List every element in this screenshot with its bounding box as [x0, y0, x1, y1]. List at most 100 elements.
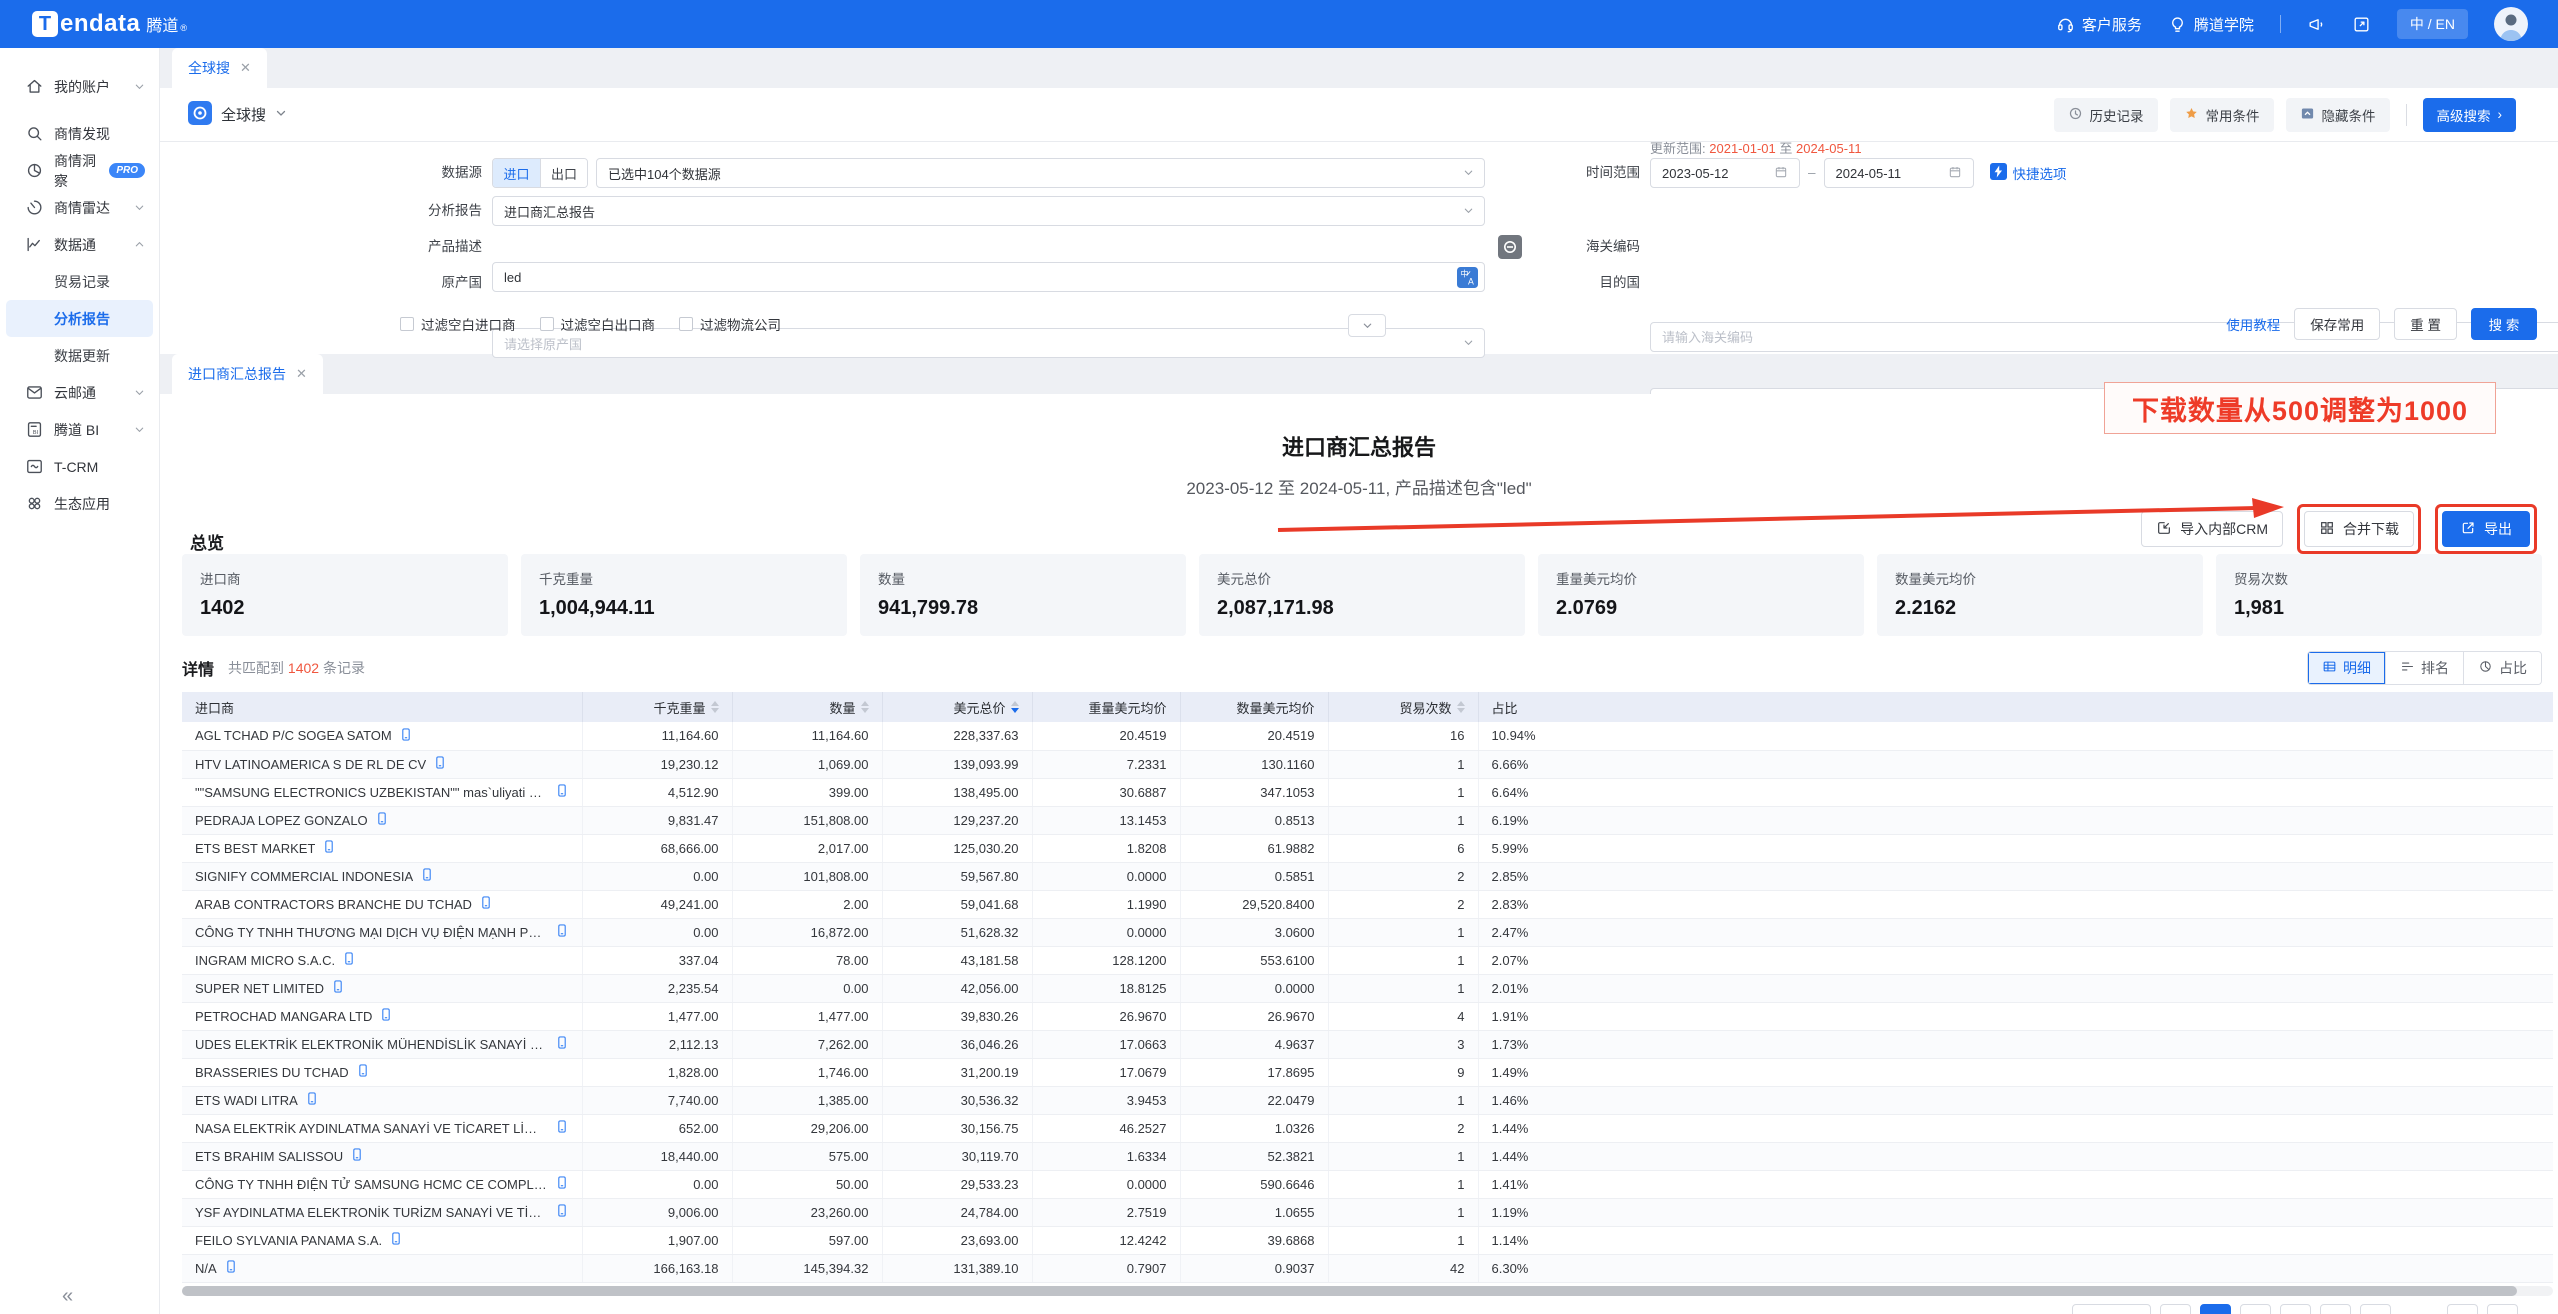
product-desc-input[interactable]	[504, 270, 1473, 285]
contact-icon[interactable]	[322, 839, 336, 857]
merge-download-button[interactable]: 合并下载	[2304, 511, 2414, 547]
contact-icon[interactable]	[305, 1091, 319, 1109]
tab-importer-report[interactable]: 进口商汇总报告 ✕	[172, 354, 323, 394]
pagination-current-page[interactable]	[2200, 1304, 2231, 1314]
contact-icon[interactable]	[420, 867, 434, 885]
view-toggle-明细[interactable]: 明细	[2308, 652, 2385, 684]
user-avatar[interactable]	[2494, 7, 2528, 41]
contact-icon[interactable]	[555, 783, 569, 801]
contact-icon[interactable]	[379, 1007, 393, 1025]
contact-icon[interactable]	[375, 811, 389, 829]
contact-icon[interactable]	[389, 1231, 403, 1249]
column-header-美元总价[interactable]: 美元总价	[882, 692, 1032, 722]
pagination-button[interactable]	[2447, 1304, 2478, 1314]
contact-icon[interactable]	[433, 755, 447, 773]
collapse-filters-button[interactable]	[1348, 314, 1386, 337]
date-to-input[interactable]: 2024-05-11	[1824, 158, 1974, 188]
horizontal-scrollbar[interactable]	[182, 1286, 2553, 1296]
contact-icon[interactable]	[479, 895, 493, 913]
pagination-button[interactable]	[2280, 1304, 2311, 1314]
filter-checkbox-过滤物流公司[interactable]: 过滤物流公司	[679, 314, 781, 334]
sidebar-item-生态应用[interactable]: 生态应用	[0, 485, 159, 522]
datasource-select[interactable]: 已选中104个数据源	[596, 158, 1485, 188]
sidebar-item-商情雷达[interactable]: 商情雷达	[0, 189, 159, 226]
importer-name: ETS WADI LITRA	[195, 1093, 298, 1108]
importer-name: FEILO SYLVANIA PANAMA S.A.	[195, 1233, 382, 1248]
contact-icon[interactable]	[555, 923, 569, 941]
contact-icon[interactable]	[399, 727, 413, 745]
overview-section-title: 总览	[190, 529, 224, 554]
tutorial-link[interactable]: 使用教程	[2226, 314, 2280, 334]
export-toggle[interactable]: 出口	[540, 159, 587, 187]
view-toggle-排名[interactable]: 排名	[2385, 652, 2463, 684]
date-from-input[interactable]: 2023-05-12	[1650, 158, 1800, 188]
scrollbar-thumb[interactable]	[182, 1286, 2517, 1296]
sidebar-item-商情发现[interactable]: 商情发现	[0, 115, 159, 152]
sidebar-item-腾道 BI[interactable]: BI腾道 BI	[0, 411, 159, 448]
sort-icon[interactable]	[861, 701, 869, 713]
close-icon[interactable]: ✕	[240, 60, 251, 76]
search-panel: 全球搜 历史记录 常用条件	[160, 88, 2558, 354]
contact-icon[interactable]	[224, 1259, 238, 1277]
value-cell: 3	[1328, 1030, 1478, 1058]
quick-options-link[interactable]: 快捷选项	[1990, 163, 2067, 183]
pagination-button[interactable]	[2240, 1304, 2271, 1314]
sidebar-collapse-button[interactable]: «	[62, 1285, 73, 1308]
tab-global-search[interactable]: 全球搜 ✕	[172, 48, 267, 88]
search-button[interactable]: 搜 索	[2471, 308, 2537, 340]
contact-icon[interactable]	[350, 1147, 364, 1165]
sort-icon[interactable]	[1457, 701, 1465, 713]
save-common-button[interactable]: 保存常用	[2294, 308, 2380, 340]
sidebar-item-数据更新[interactable]: 数据更新	[0, 337, 159, 374]
report-type-select[interactable]: 进口商汇总报告	[492, 196, 1485, 226]
language-switch[interactable]: 中 / EN	[2397, 9, 2468, 39]
pagination-button[interactable]	[2487, 1304, 2518, 1314]
column-header-贸易次数[interactable]: 贸易次数	[1328, 692, 1478, 722]
quick-options-icon	[1990, 163, 2007, 183]
pagination-button[interactable]	[2160, 1304, 2191, 1314]
contact-icon[interactable]	[555, 1119, 569, 1137]
sidebar-item-商情洞察[interactable]: 商情洞察PRO	[0, 152, 159, 189]
history-button[interactable]: 历史记录	[2054, 98, 2158, 132]
sidebar-item-贸易记录[interactable]: 贸易记录	[0, 263, 159, 300]
column-header-数量[interactable]: 数量	[732, 692, 882, 722]
exclude-match-icon[interactable]	[1498, 235, 1522, 262]
contact-icon[interactable]	[356, 1063, 370, 1081]
pagination-button[interactable]	[2360, 1304, 2391, 1314]
customer-service-button[interactable]: 客户服务	[2056, 14, 2142, 35]
view-toggle-占比[interactable]: 占比	[2463, 652, 2541, 684]
sort-icon[interactable]	[711, 701, 719, 713]
import-toggle[interactable]: 进口	[493, 159, 540, 187]
sidebar-item-云邮通[interactable]: 云邮通	[0, 374, 159, 411]
filter-checkbox-过滤空白出口商[interactable]: 过滤空白出口商	[540, 314, 656, 334]
favorite-conditions-button[interactable]: 常用条件	[2170, 98, 2274, 132]
value-cell: 6	[1328, 834, 1478, 862]
value-cell: 30.6887	[1032, 778, 1180, 806]
sidebar-item-T-CRM[interactable]: T-CRM	[0, 448, 159, 485]
import-crm-button[interactable]: 导入内部CRM	[2141, 511, 2283, 547]
sidebar-item-数据通[interactable]: 数据通	[0, 226, 159, 263]
filter-checkbox-过滤空白进口商[interactable]: 过滤空白进口商	[400, 314, 516, 334]
fullscreen-button[interactable]	[2352, 15, 2371, 34]
announcement-button[interactable]	[2307, 15, 2326, 34]
hide-conditions-button[interactable]: 隐藏条件	[2286, 98, 2390, 132]
column-header-千克重量[interactable]: 千克重量	[582, 692, 732, 722]
pagination-button[interactable]	[2072, 1304, 2151, 1314]
export-button[interactable]: 导出	[2442, 511, 2530, 547]
search-type-selector[interactable]: 全球搜	[188, 101, 287, 129]
sidebar-item-分析报告[interactable]: 分析报告	[6, 300, 153, 337]
contact-icon[interactable]	[342, 951, 356, 969]
contact-icon[interactable]	[331, 979, 345, 997]
reset-button[interactable]: 重 置	[2394, 308, 2457, 340]
sort-icon[interactable]	[1011, 701, 1019, 713]
translate-icon[interactable]: 中A	[1457, 267, 1478, 291]
academy-button[interactable]: 腾道学院	[2168, 14, 2254, 35]
advanced-search-button[interactable]: 高级搜索 ›	[2423, 98, 2517, 132]
sidebar-item-我的账户[interactable]: 我的账户	[0, 68, 159, 105]
pagination-button[interactable]	[2320, 1304, 2351, 1314]
tendata-logo[interactable]: Tendata腾道®	[32, 10, 187, 38]
close-icon[interactable]: ✕	[296, 366, 307, 382]
contact-icon[interactable]	[555, 1175, 569, 1193]
contact-icon[interactable]	[555, 1035, 569, 1053]
contact-icon[interactable]	[555, 1203, 569, 1221]
